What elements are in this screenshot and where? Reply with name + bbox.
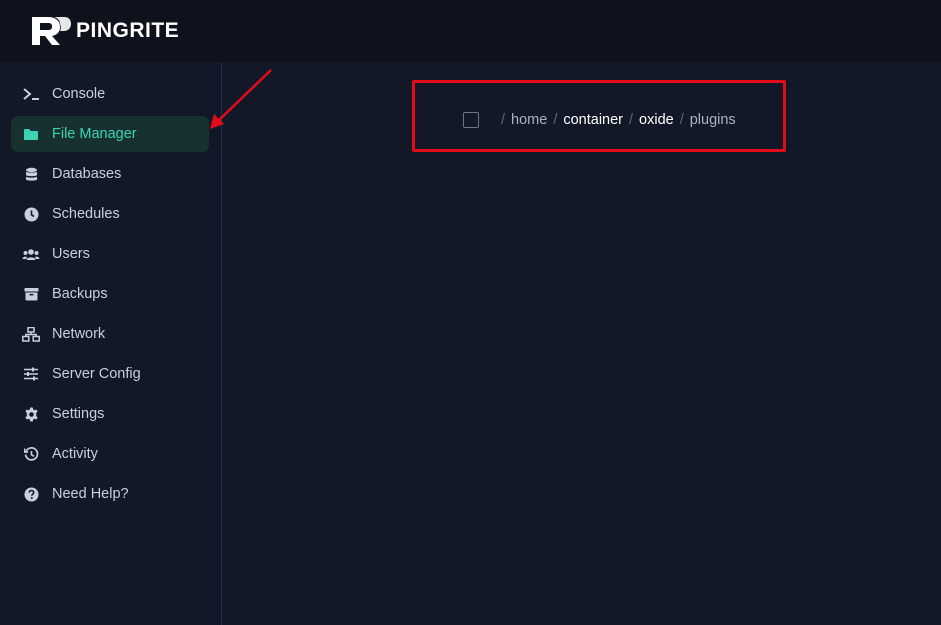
sidebar-item-label: Activity xyxy=(52,446,98,462)
sidebar-item-label: Backups xyxy=(52,286,108,302)
archive-icon xyxy=(22,285,40,303)
sidebar-item-label: Need Help? xyxy=(52,486,129,502)
sidebar-item-need-help[interactable]: Need Help? xyxy=(11,476,209,512)
sidebar-item-activity[interactable]: Activity xyxy=(11,436,209,472)
sidebar: Console File Manager Databases Schedules… xyxy=(0,62,222,625)
folder-icon xyxy=(22,125,40,143)
sidebar-item-label: Settings xyxy=(52,406,105,422)
sidebar-item-databases[interactable]: Databases xyxy=(11,156,209,192)
sidebar-item-label: Network xyxy=(52,326,106,342)
gear-icon xyxy=(22,405,40,423)
pingrite-logo-icon xyxy=(32,17,71,45)
sidebar-item-label: Databases xyxy=(52,166,122,182)
sidebar-item-server-config[interactable]: Server Config xyxy=(11,356,209,392)
sidebar-item-users[interactable]: Users xyxy=(11,236,209,272)
sidebar-item-schedules[interactable]: Schedules xyxy=(11,196,209,232)
terminal-icon xyxy=(22,85,40,103)
sidebar-item-backups[interactable]: Backups xyxy=(11,276,209,312)
sliders-icon xyxy=(22,365,40,383)
network-icon xyxy=(22,325,40,343)
sidebar-item-file-manager[interactable]: File Manager xyxy=(11,116,209,152)
select-all-checkbox[interactable] xyxy=(463,112,479,128)
breadcrumb-link-oxide[interactable]: oxide xyxy=(639,112,674,128)
sidebar-item-label: Server Config xyxy=(52,366,141,382)
breadcrumb: / home / container / oxide / plugins xyxy=(463,112,736,128)
sidebar-item-label: Schedules xyxy=(52,206,120,222)
sidebar-item-network[interactable]: Network xyxy=(11,316,209,352)
sidebar-item-settings[interactable]: Settings xyxy=(11,396,209,432)
breadcrumb-separator: / xyxy=(553,112,558,128)
brand-name: PINGRITE xyxy=(76,19,180,42)
annotation-arrow xyxy=(210,69,272,129)
breadcrumb-separator: / xyxy=(679,112,684,128)
file-manager-panel: / home / container / oxide / plugins xyxy=(223,62,941,625)
sidebar-item-label: Users xyxy=(52,246,90,262)
topbar: PINGRITE xyxy=(0,0,941,62)
help-icon xyxy=(22,485,40,503)
sidebar-item-console[interactable]: Console xyxy=(11,76,209,112)
database-icon xyxy=(22,165,40,183)
users-icon xyxy=(22,245,40,263)
brand-logo[interactable]: PINGRITE xyxy=(30,15,179,47)
history-icon xyxy=(22,445,40,463)
sidebar-item-label: Console xyxy=(52,86,106,102)
breadcrumb-current-plugins: plugins xyxy=(689,112,736,128)
breadcrumb-separator: / xyxy=(501,112,506,128)
clock-icon xyxy=(22,205,40,223)
breadcrumb-home: home xyxy=(511,112,548,128)
sidebar-item-label: File Manager xyxy=(52,126,137,142)
breadcrumb-link-container[interactable]: container xyxy=(563,112,623,128)
breadcrumb-separator: / xyxy=(629,112,634,128)
